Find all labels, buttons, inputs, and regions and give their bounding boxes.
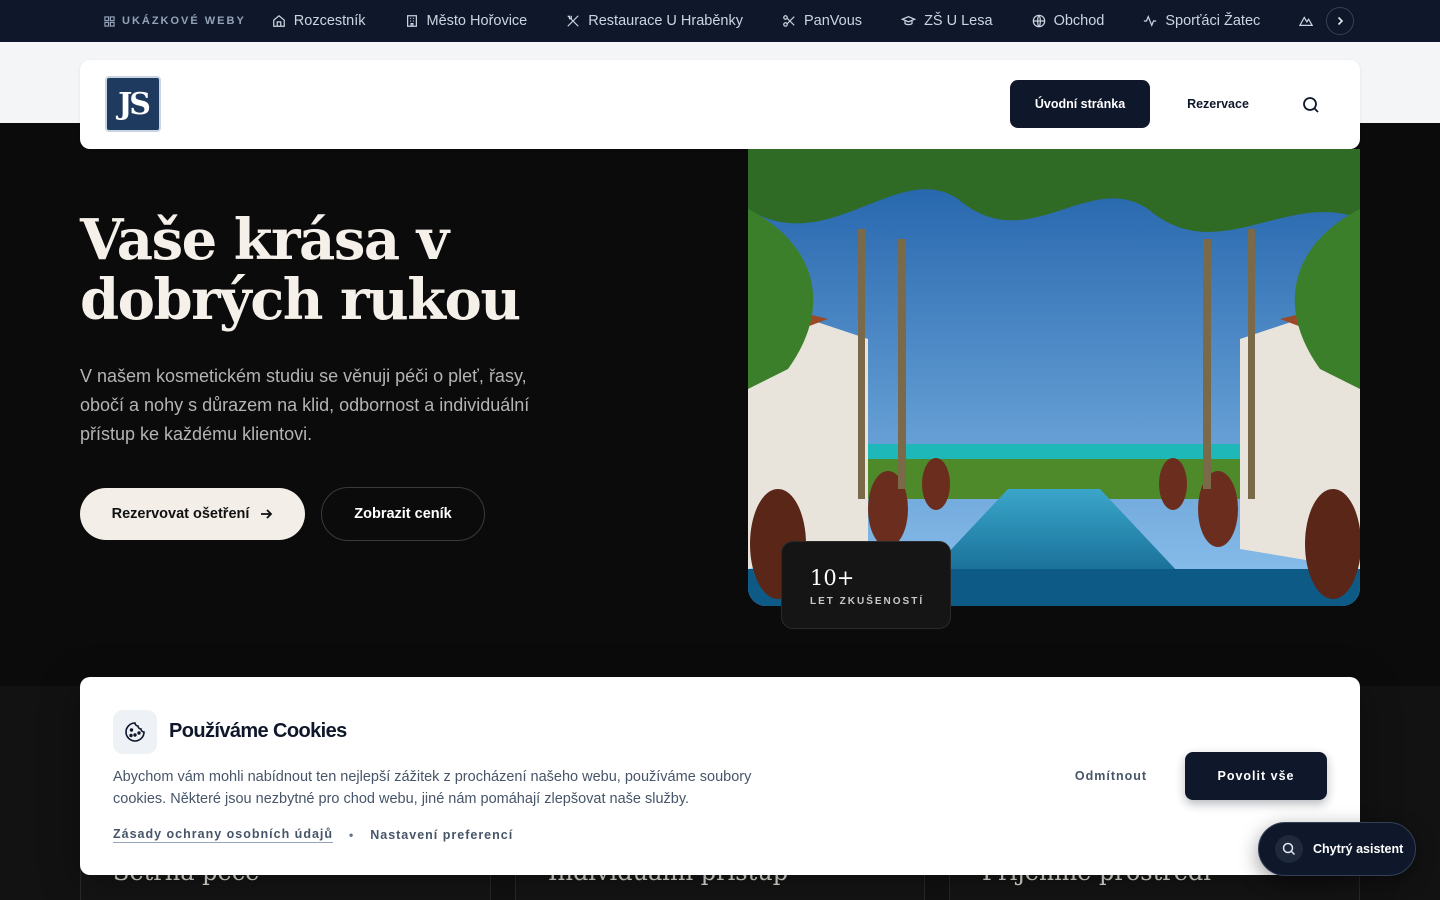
demo-link-panvous[interactable]: PanVous [782, 13, 862, 29]
hero-title: Vaše krása v dobrých rukou [80, 207, 521, 333]
experience-badge: 10+ LET ZKUŠENOSTÍ [781, 541, 951, 629]
graduation-cap-icon [901, 15, 917, 26]
privacy-policy-link[interactable]: Zásady ochrany osobních údajů [113, 827, 334, 843]
cookie-title: Používáme Cookies [169, 720, 347, 742]
utensils-icon [567, 15, 579, 27]
globe-icon [1032, 14, 1045, 28]
nav-home-button[interactable]: Úvodní stránka [1010, 80, 1150, 128]
chevron-right-icon [1337, 16, 1344, 26]
book-treatment-button[interactable]: Rezervovat ošetření [80, 488, 305, 540]
scissors-icon [783, 15, 795, 27]
cookie-banner: Používáme Cookies Abychom vám mohli nabí… [80, 677, 1360, 875]
experience-label: LET ZKUŠENOSTÍ [810, 596, 925, 607]
assistant-label: Chytrý asistent [1313, 842, 1404, 856]
activity-icon [1144, 14, 1157, 28]
price-list-button[interactable]: Zobrazit ceník [321, 487, 485, 541]
accept-all-cookies-button[interactable]: Povolit vše [1185, 752, 1327, 800]
cookie-links: Zásady ochrany osobních údajů • Nastaven… [113, 827, 513, 843]
search-button[interactable] [1298, 92, 1324, 118]
nav-reservation-link[interactable]: Rezervace [1178, 80, 1258, 128]
smart-assistant-button[interactable]: Chytrý asistent [1258, 822, 1416, 876]
grid-icon [104, 15, 115, 27]
cookie-text: Abychom vám mohli nabídnout ten nejlepší… [113, 769, 752, 807]
hero-image [748, 149, 1360, 606]
home-icon [272, 14, 285, 27]
assistant-search-icon [1275, 835, 1303, 863]
demo-link-obchod[interactable]: Obchod [1032, 13, 1104, 29]
site-header: JS Úvodní stránka Rezervace [80, 60, 1360, 149]
mountain-icon[interactable] [1299, 14, 1314, 28]
demo-link-sportaci[interactable]: Sporťáci Žatec [1143, 13, 1260, 29]
demo-link-horovice[interactable]: Město Hořovice [405, 13, 527, 29]
logo[interactable]: JS [105, 76, 161, 132]
cookie-icon [113, 710, 157, 754]
demo-sites-label: UKÁZKOVÉ WEBY [104, 15, 246, 27]
preferences-link[interactable]: Nastavení preferencí [370, 828, 513, 842]
demo-sites-bar: UKÁZKOVÉ WEBY Rozcestník Město Hořovice … [0, 0, 1440, 42]
experience-number: 10+ [810, 566, 855, 590]
building-icon [406, 15, 417, 27]
separator-dot: • [349, 828, 355, 842]
reject-cookies-button[interactable]: Odmítnout [1055, 752, 1167, 800]
arrow-right-icon [261, 509, 273, 519]
search-icon [1303, 97, 1319, 113]
hero-text: V našem kosmetickém studiu se věnuji péč… [80, 366, 530, 444]
demo-link-rozcestnik[interactable]: Rozcestník [272, 13, 366, 29]
demo-link-restaurace[interactable]: Restaurace U Hraběnky [566, 13, 743, 29]
demo-bar-next-button[interactable] [1326, 7, 1354, 35]
demo-link-zs-u-lesa[interactable]: ZŠ U Lesa [901, 13, 993, 29]
